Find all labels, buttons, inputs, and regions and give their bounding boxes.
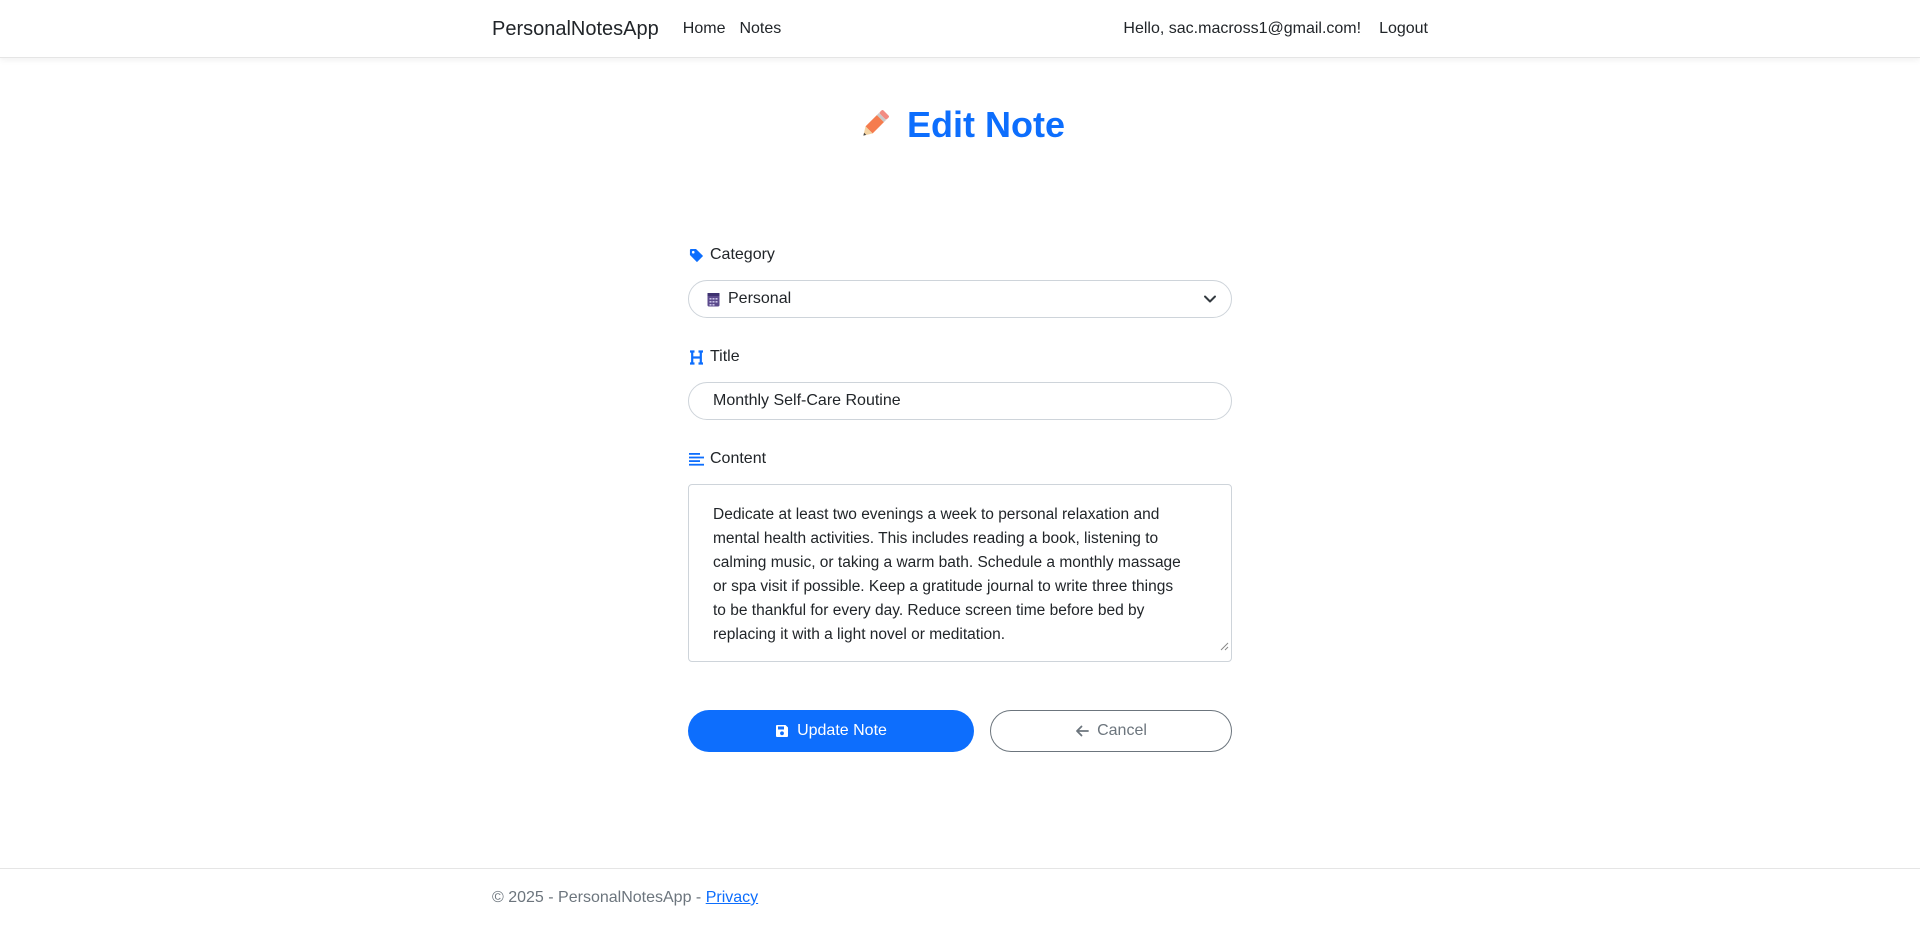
align-left-icon xyxy=(688,451,704,467)
logout-button[interactable]: Logout xyxy=(1379,20,1428,38)
brand-link[interactable]: PersonalNotesApp xyxy=(492,18,659,41)
content-line: mental health activities. This includes … xyxy=(713,530,1159,547)
category-label: Category xyxy=(688,244,1232,266)
navbar: PersonalNotesApp Home Notes Hello, sac.m… xyxy=(0,0,1920,58)
update-note-label: Update Note xyxy=(797,722,887,739)
content-line: or spa visit if possible. Keep a gratitu… xyxy=(713,578,1174,595)
page-heading: Edit Note xyxy=(0,104,1920,146)
resize-handle-icon[interactable] xyxy=(1219,635,1229,659)
update-note-button[interactable]: Update Note xyxy=(688,710,974,752)
form-buttons: Update Note Cancel xyxy=(688,710,1232,752)
cancel-label: Cancel xyxy=(1097,722,1147,739)
title-input[interactable]: Monthly Self-Care Routine xyxy=(688,382,1232,420)
save-icon xyxy=(775,724,789,738)
category-selected-value: Personal xyxy=(728,290,792,307)
tag-icon xyxy=(688,247,704,263)
privacy-link[interactable]: Privacy xyxy=(706,889,758,906)
chevron-down-icon xyxy=(1203,292,1217,306)
navbar-inner: PersonalNotesApp Home Notes Hello, sac.m… xyxy=(492,0,1428,58)
nav-link-notes[interactable]: Notes xyxy=(739,20,781,38)
content-line: replacing it with a light novel or medit… xyxy=(713,626,1006,643)
title-label: Title xyxy=(688,346,1232,368)
page-title-text: Edit Note xyxy=(907,104,1065,145)
cancel-button[interactable]: Cancel xyxy=(990,710,1232,752)
content-label: Content xyxy=(688,448,1232,470)
edit-note-form: Category Personal Title Monthly Self-Car… xyxy=(688,244,1232,752)
nav-link-home[interactable]: Home xyxy=(683,20,726,38)
content-line: Dedicate at least two evenings a week to… xyxy=(713,506,1160,523)
content-line: calming music, or taking a warm bath. Sc… xyxy=(713,554,1181,571)
page-title: Edit Note xyxy=(855,104,1065,146)
footer-text: © 2025 - PersonalNotesApp - Privacy xyxy=(492,889,758,907)
content-label-text: Content xyxy=(710,450,767,467)
user-greeting-link[interactable]: Hello, sac.macross1@gmail.com! xyxy=(1123,20,1361,38)
calendar-icon xyxy=(707,292,720,307)
category-select[interactable]: Personal xyxy=(688,280,1232,318)
heading-icon xyxy=(688,349,704,365)
footer: © 2025 - PersonalNotesApp - Privacy xyxy=(0,868,1920,929)
nav-right: Hello, sac.macross1@gmail.com! Logout xyxy=(1123,20,1428,38)
copyright-text: © 2025 - PersonalNotesApp - xyxy=(492,889,706,906)
pencil-icon xyxy=(855,106,893,144)
category-label-text: Category xyxy=(710,246,775,263)
content-textarea[interactable]: Dedicate at least two evenings a week to… xyxy=(688,484,1232,662)
title-label-text: Title xyxy=(710,348,740,365)
content-line: to be thankful for every day. Reduce scr… xyxy=(713,602,1145,619)
arrow-left-icon xyxy=(1075,724,1089,738)
